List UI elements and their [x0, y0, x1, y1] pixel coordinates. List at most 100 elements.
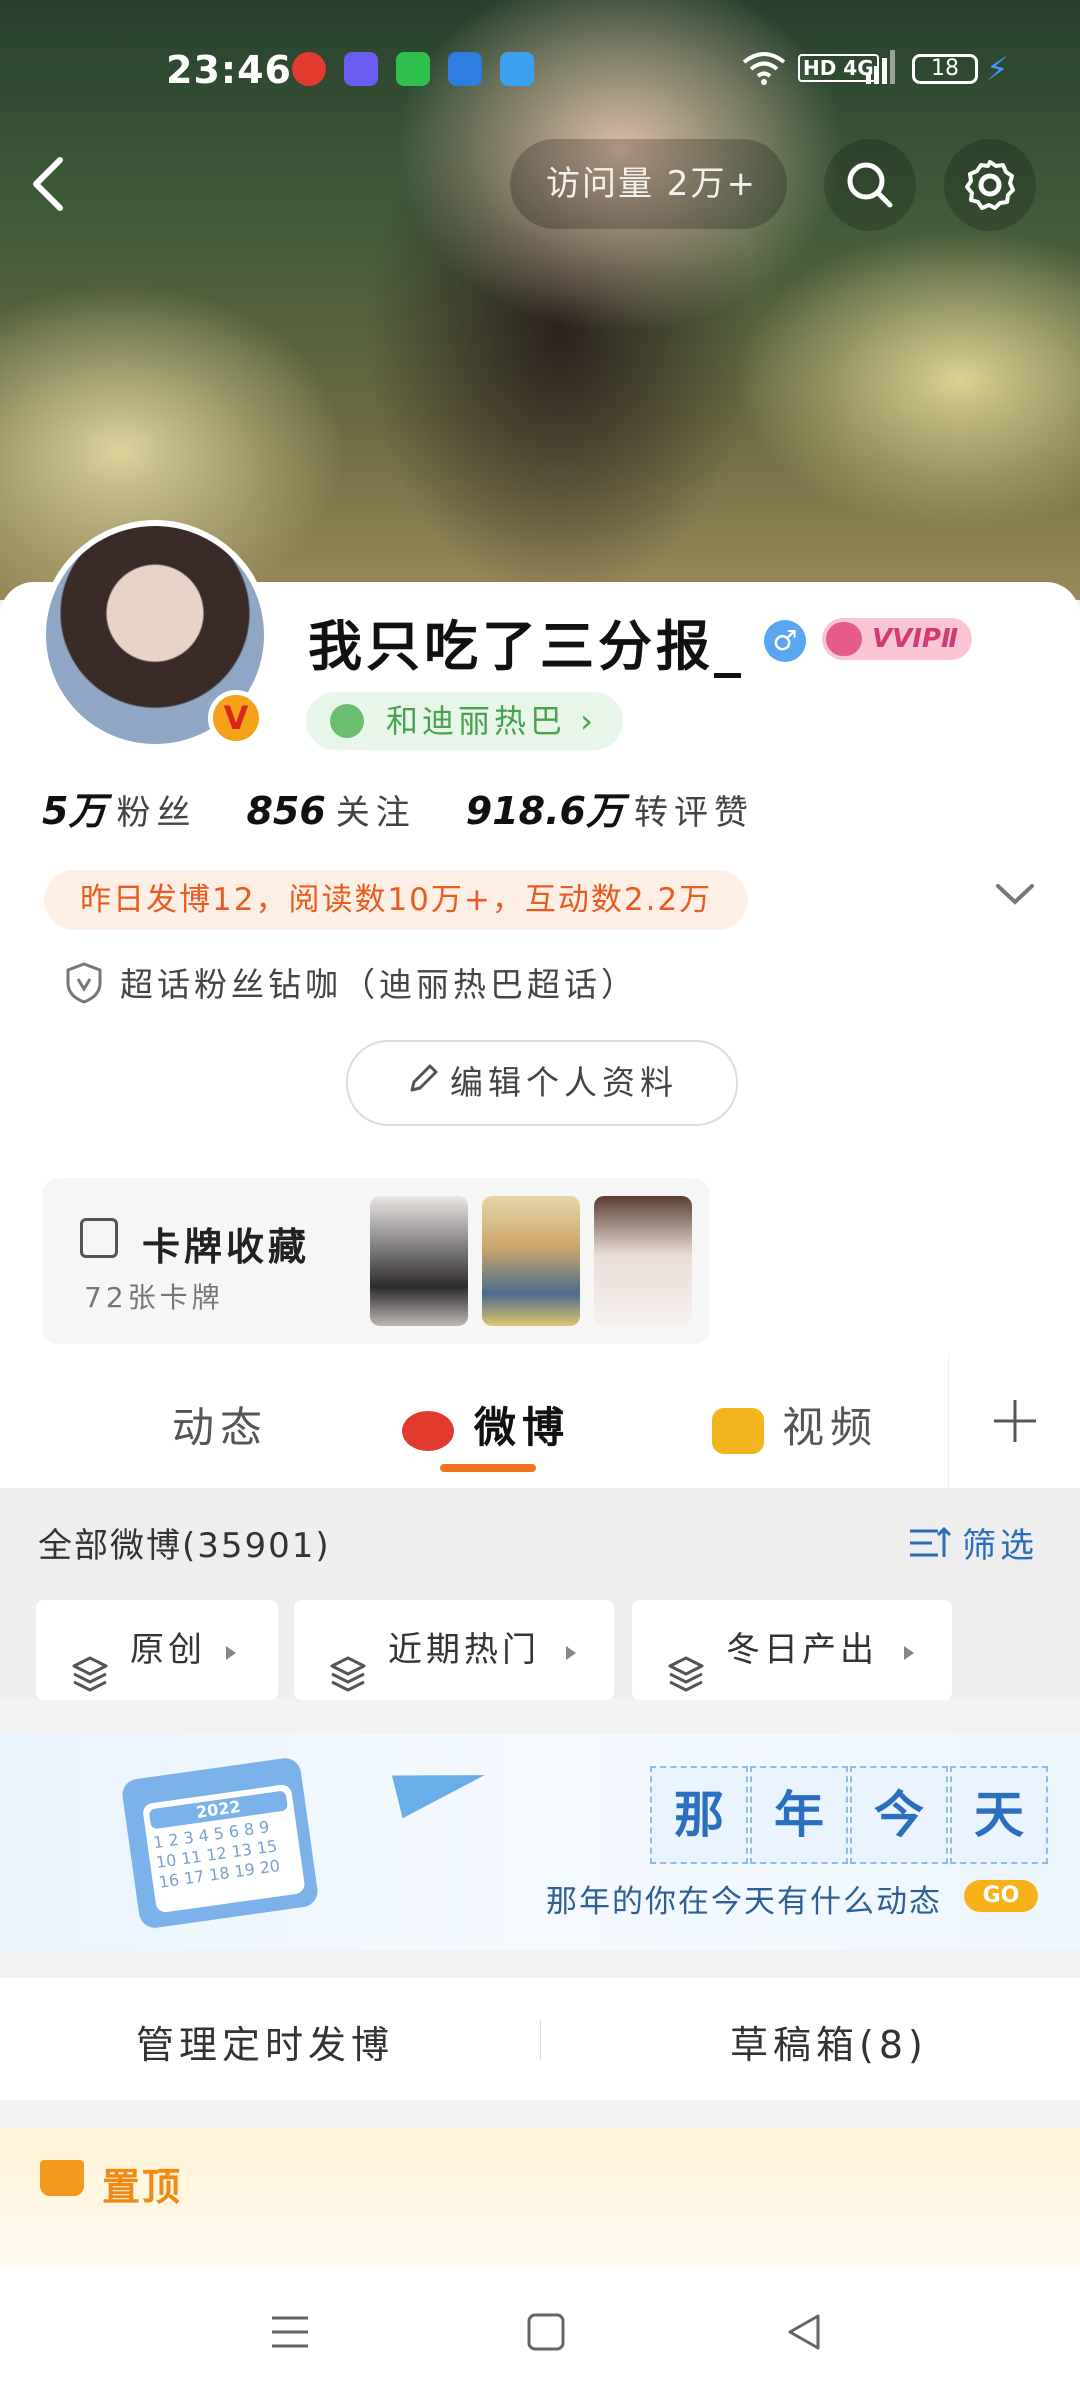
stat-following[interactable]: 856 关注 [246, 789, 465, 833]
drafts-button[interactable]: 草稿箱(8) [730, 2014, 928, 2069]
chip-winter-output[interactable]: 冬日产出 [632, 1600, 952, 1700]
filter-button[interactable]: 筛选 [908, 1518, 1038, 1570]
pinned-label: 置顶 [102, 2165, 183, 2209]
profile-name: 我只吃了三分报_ [308, 615, 745, 678]
home-button[interactable] [526, 2312, 566, 2356]
card-collection[interactable]: 卡牌收藏 72张卡牌 [42, 1178, 710, 1344]
divider [540, 2020, 541, 2060]
layers-icon [666, 1632, 706, 1732]
settings-button[interactable] [944, 139, 1036, 231]
stat-followers[interactable]: 5万 粉丝 [42, 789, 246, 833]
layers-icon [328, 1632, 368, 1732]
back-button[interactable] [28, 139, 88, 229]
chip-arrow-icon [904, 1646, 914, 1660]
filter-label: 筛选 [962, 1526, 1038, 1566]
go-button[interactable]: GO [964, 1880, 1038, 1912]
back-arrow-icon [33, 157, 63, 211]
card-collection-subtitle: 72张卡牌 [84, 1281, 224, 1314]
vip-label: VVIPⅡ [872, 624, 959, 654]
chip-recent-hot-label: 近期热门 [388, 1630, 540, 1670]
interactions-count: 918.6万 [465, 789, 624, 833]
card-thumbnail[interactable] [370, 1196, 468, 1326]
edit-profile-label: 编辑个人资料 [450, 1063, 678, 1102]
active-tab-indicator [440, 1464, 536, 1472]
search-icon [847, 162, 893, 208]
tab-weibo-label: 微博 [474, 1403, 571, 1452]
chip-arrow-icon [566, 1646, 576, 1660]
status-time: 23:46 [166, 48, 292, 92]
chip-original-label: 原创 [130, 1630, 206, 1670]
home-square-icon [527, 2313, 565, 2351]
pinned-post-header[interactable]: 置顶 [0, 2128, 1080, 2268]
wifi-icon [742, 50, 786, 95]
banner-title-char: 天 [950, 1766, 1048, 1864]
banner-title-char: 今 [850, 1766, 948, 1864]
tab-weibo[interactable]: 微博 [402, 1394, 570, 1455]
chevron-down-icon [996, 884, 1034, 905]
back-nav-button[interactable] [784, 2312, 824, 2356]
banner-title-char: 年 [750, 1766, 848, 1864]
shield-notification-icon [396, 52, 430, 86]
male-icon: ♂ [764, 620, 806, 662]
tab-video[interactable]: 视频 [712, 1394, 878, 1455]
super-fan-label: 超话粉丝钻咖（迪丽热巴超话） [120, 965, 638, 1004]
app2-notification-icon [448, 52, 482, 86]
interactions-label: 转评赞 [633, 793, 754, 833]
vip-cherry-icon [826, 622, 862, 656]
following-count: 856 [246, 789, 326, 833]
back-triangle-icon [788, 2314, 820, 2350]
all-weibo-count: 全部微博(35901) [38, 1526, 331, 1566]
rice-bowl-icon [330, 704, 364, 738]
profile-stats: 5万 粉丝 856 关注 918.6万 转评赞 [42, 780, 754, 835]
fan-club-label: 和迪丽热巴 › [386, 702, 597, 740]
signal-icon [866, 50, 896, 95]
tab-dynamic[interactable]: 动态 [172, 1394, 268, 1455]
stat-interactions[interactable]: 918.6万 转评赞 [466, 789, 754, 833]
tab-video-label: 视频 [782, 1403, 879, 1452]
system-navigation-bar [0, 2268, 1080, 2400]
edit-profile-button[interactable]: 编辑个人资料 [346, 1040, 738, 1126]
visit-count[interactable]: 访问量 2万+ [510, 139, 787, 229]
super-fan-row[interactable]: 超话粉丝钻咖（迪丽热巴超话） [64, 958, 638, 1013]
following-label: 关注 [335, 793, 416, 833]
chip-winter-output-label: 冬日产出 [726, 1630, 878, 1670]
card-thumbnail[interactable] [594, 1196, 692, 1326]
chip-original[interactable]: 原创 [36, 1600, 278, 1700]
followers-label: 粉丝 [116, 793, 197, 833]
followers-count: 5万 [42, 789, 107, 833]
weibo-notification-icon [292, 52, 326, 86]
battery-indicator: 18 [912, 54, 978, 84]
plus-icon [994, 1400, 1036, 1442]
app-notification-icon [344, 52, 378, 86]
weather-notification-icon [500, 52, 534, 86]
pencil-icon [406, 1044, 440, 1126]
expand-button[interactable] [992, 878, 1038, 912]
fan-club-badge[interactable]: 和迪丽热巴 › [306, 692, 623, 750]
calendar-icon: 2022 1 2 3 4 5 6 8 9 10 11 12 13 15 16 17… [120, 1756, 320, 1930]
charging-icon: ⚡ [986, 50, 1009, 88]
profile-tabs: 动态 微博 视频 [0, 1354, 1080, 1488]
menu-button[interactable] [270, 2312, 310, 2356]
add-tab-button[interactable] [948, 1354, 1080, 1488]
verified-badge: V [208, 690, 264, 746]
menu-icon [272, 2316, 308, 2348]
vip-badge[interactable]: VVIPⅡ [822, 618, 973, 660]
video-play-icon [712, 1407, 764, 1454]
manage-row: 管理定时发博 草稿箱(8) [0, 1978, 1080, 2100]
status-bar: 23:46 HD 4G 18 ⚡ [0, 40, 1080, 104]
weibo-logo-icon [402, 1410, 454, 1451]
shield-icon [64, 961, 104, 1013]
banner-title: 那 年 今 天 [650, 1766, 1050, 1864]
scheduled-posts-button[interactable]: 管理定时发博 [136, 2014, 394, 2069]
card-thumbnail[interactable] [482, 1196, 580, 1326]
chip-arrow-icon [226, 1646, 236, 1660]
layers-icon [70, 1632, 110, 1732]
card-icon [80, 1218, 118, 1258]
filter-icon [908, 1525, 952, 1570]
chip-recent-hot[interactable]: 近期热门 [294, 1600, 614, 1700]
banner-title-char: 那 [650, 1766, 748, 1864]
crown-icon [40, 2160, 84, 2196]
search-button[interactable] [824, 139, 916, 231]
daily-summary[interactable]: 昨日发博12，阅读数10万+，互动数2.2万 [44, 870, 749, 930]
banner-subtitle: 那年的你在今天有什么动态 [546, 1884, 942, 1920]
